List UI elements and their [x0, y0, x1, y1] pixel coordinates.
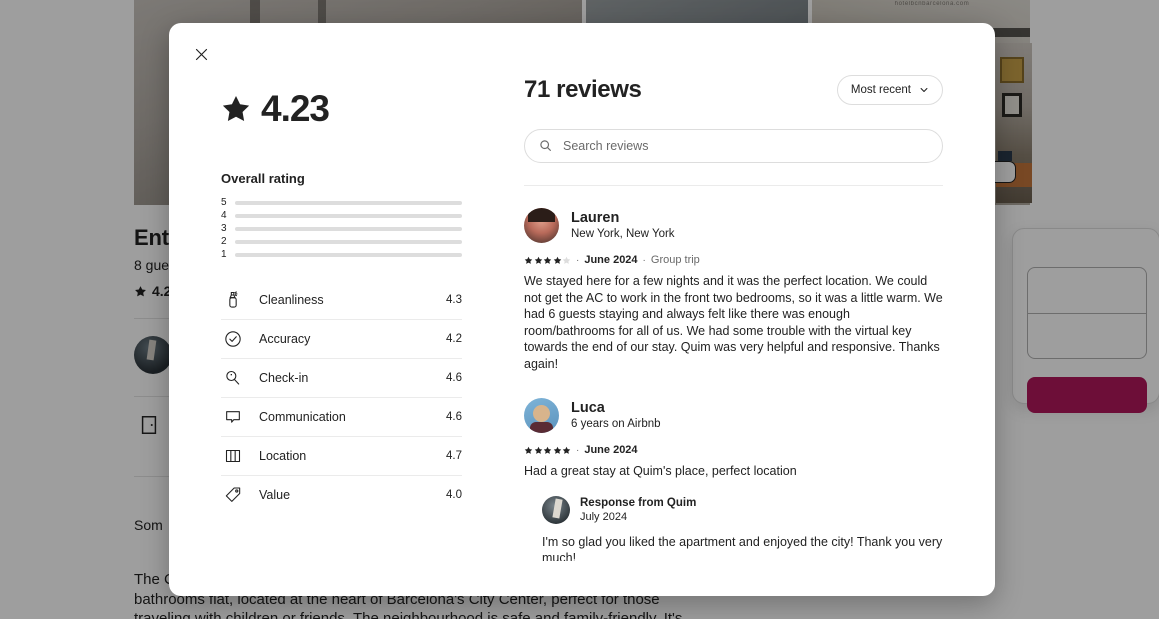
category-row-accuracy: Accuracy 4.2	[221, 319, 462, 358]
star-rating	[524, 256, 571, 265]
category-value: 4.3	[446, 293, 462, 306]
review-item: Luca 6 years on Airbnb · June 2024 Had a…	[524, 398, 943, 561]
category-value: 4.2	[446, 333, 462, 345]
category-ratings-list: Cleanliness 4.3 Accuracy 4.2 Check-in 4.…	[221, 280, 462, 514]
distribution-row: 4	[221, 210, 462, 221]
star-icon	[524, 256, 533, 264]
category-label: Location	[259, 449, 307, 463]
category-row-value: Value 4.0	[221, 475, 462, 514]
distribution-row: 3	[221, 223, 462, 234]
review-date: June 2024	[584, 254, 638, 266]
separator-dot: ·	[576, 254, 580, 266]
star-icon-empty	[562, 256, 571, 264]
review-item: Lauren New York, New York · June 2024 · …	[524, 208, 943, 372]
reviews-header: 71 reviews Most recent	[524, 75, 943, 105]
reviews-modal: 4.23 Overall rating 5 4 3 2 1 Cleanlines…	[169, 23, 995, 596]
avatar	[542, 495, 570, 524]
reviews-count: 71 reviews	[524, 76, 642, 103]
category-value: 4.7	[446, 450, 462, 462]
distribution-row: 5	[221, 197, 462, 208]
star-icon	[562, 446, 571, 454]
star-icon	[524, 446, 533, 454]
star-icon	[543, 446, 552, 454]
star-icon	[553, 256, 561, 264]
category-label: Communication	[259, 410, 346, 424]
rating-distribution: 5 4 3 2 1	[221, 197, 462, 260]
review-text: Had a great stay at Quim's place, perfec…	[524, 464, 797, 478]
category-row-communication: Communication 4.6	[221, 397, 462, 436]
category-label: Accuracy	[259, 332, 311, 346]
category-value: 4.0	[446, 489, 462, 501]
avatar	[524, 398, 559, 433]
star-icon	[534, 256, 542, 264]
review-date: June 2024	[584, 444, 638, 456]
separator-dot: ·	[642, 254, 646, 266]
reviewer-subtitle: New York, New York	[571, 227, 675, 240]
review-meta-line: · June 2024 · Group trip	[524, 254, 943, 266]
distribution-track	[235, 226, 462, 231]
reviewer-header: Luca 6 years on Airbnb	[524, 398, 943, 433]
host-response-header: Response from Quim July 2024	[542, 495, 943, 524]
overall-score: 4.23	[261, 88, 330, 129]
category-label: Cleanliness	[259, 292, 324, 307]
category-row-location: Location 4.7	[221, 436, 462, 475]
distribution-track	[235, 252, 462, 257]
distribution-track	[235, 239, 462, 244]
category-row-checkin: Check-in 4.6	[221, 358, 462, 397]
review-meta-line: · June 2024	[524, 444, 943, 456]
chevron-down-icon	[920, 88, 928, 92]
distribution-track	[235, 213, 462, 218]
page-root: hotelbcnbarcelona.com Entire 8 gues 4.2	[0, 0, 1159, 619]
sort-dropdown[interactable]: Most recent	[836, 75, 943, 105]
category-value: 4.6	[446, 411, 462, 423]
reviewer-subtitle: 6 years on Airbnb	[571, 417, 661, 430]
reviewer-name: Lauren	[571, 209, 620, 226]
distribution-row: 2	[221, 236, 462, 247]
category-value: 4.6	[446, 372, 462, 384]
overall-rating-label: Overall rating	[221, 171, 305, 186]
star-icon	[221, 94, 251, 124]
star-icon	[534, 446, 542, 454]
sort-label: Most recent	[850, 84, 911, 96]
accuracy-check-icon	[221, 327, 245, 351]
search-input[interactable]	[524, 129, 943, 163]
star-icon	[543, 256, 552, 264]
search-reviews-wrap	[524, 129, 943, 163]
reviews-panel: 71 reviews Most recent Search reviews La…	[512, 23, 995, 596]
modal-body: 4.23 Overall rating 5 4 3 2 1 Cleanlines…	[169, 23, 995, 596]
distribution-star-label: 2	[221, 236, 227, 247]
overall-score-row: 4.23	[221, 90, 512, 127]
distribution-star-label: 5	[221, 197, 227, 208]
avatar	[524, 208, 559, 243]
reviewer-meta: Lauren New York, New York	[571, 210, 675, 242]
reviewer-name: Luca	[571, 399, 605, 416]
checkin-key-icon	[221, 366, 245, 390]
review-trip-type: Group trip	[650, 254, 700, 266]
distribution-star-label: 1	[221, 249, 227, 260]
distribution-row: 1	[221, 249, 462, 260]
category-row-cleanliness: Cleanliness 4.3	[221, 280, 462, 319]
ratings-summary-panel: 4.23 Overall rating 5 4 3 2 1 Cleanlines…	[169, 23, 512, 596]
star-icon	[553, 446, 561, 454]
communication-chat-icon	[221, 405, 245, 429]
host-response-date: July 2024	[580, 510, 628, 523]
category-label: Check-in	[259, 371, 309, 385]
reviews-scroll-area[interactable]: Lauren New York, New York · June 2024 · …	[524, 185, 943, 561]
value-tag-icon	[221, 483, 245, 507]
location-map-icon	[221, 444, 245, 468]
reviewer-meta: Luca 6 years on Airbnb	[571, 400, 661, 432]
review-text: We stayed here for a few nights and it w…	[524, 274, 943, 371]
star-rating	[524, 446, 571, 455]
distribution-star-label: 4	[221, 210, 227, 221]
host-response-name: Response from Quim	[580, 496, 697, 509]
reviewer-header: Lauren New York, New York	[524, 208, 943, 243]
category-label: Value	[259, 488, 291, 502]
distribution-track	[235, 200, 462, 205]
host-response-text: I'm so glad you liked the apartment and …	[542, 534, 943, 562]
distribution-star-label: 3	[221, 223, 227, 234]
host-response-meta: Response from Quim July 2024	[580, 496, 696, 524]
cleanliness-spray-icon	[221, 288, 245, 312]
host-response: Response from Quim July 2024 I'm so glad…	[542, 495, 943, 562]
separator-dot: ·	[576, 444, 580, 456]
